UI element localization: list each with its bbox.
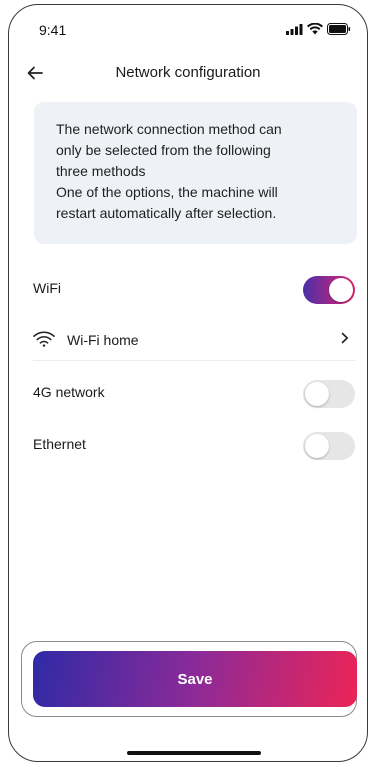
wifi-toggle[interactable]	[303, 276, 355, 304]
wifi-network-row[interactable]: Wi-Fi home	[33, 320, 355, 360]
home-indicator	[127, 751, 261, 755]
info-card: The network connection method can only b…	[34, 102, 357, 244]
wifi-toggle-row: WiFi	[33, 268, 355, 308]
header: Network configuration	[9, 55, 367, 91]
toggle-knob	[329, 278, 353, 302]
status-bar: 9:41	[9, 5, 367, 45]
signal-icon	[286, 23, 303, 35]
wifi-network-name: Wi-Fi home	[67, 332, 139, 348]
save-button[interactable]: Save	[33, 651, 357, 707]
cellular-toggle-row: 4G network	[33, 372, 355, 412]
ethernet-label: Ethernet	[33, 436, 86, 452]
wifi-label: WiFi	[33, 280, 61, 296]
status-icons	[286, 23, 351, 35]
info-line: One of the options, the machine will	[56, 184, 278, 200]
chevron-right-icon[interactable]	[341, 332, 349, 344]
info-line: three methods	[56, 163, 146, 179]
phone-frame: 9:41 Network configuration The network c…	[8, 4, 368, 762]
ethernet-toggle-row: Ethernet	[33, 424, 355, 464]
page-title: Network configuration	[115, 64, 261, 81]
info-line: The network connection method can	[56, 121, 282, 137]
divider	[33, 360, 355, 361]
wifi-icon	[307, 23, 323, 35]
cellular-label: 4G network	[33, 384, 105, 400]
wifi-icon	[33, 331, 55, 347]
info-line: only be selected from the following	[56, 142, 271, 158]
status-time: 9:41	[39, 22, 67, 38]
info-line: restart automatically after selection.	[56, 205, 277, 221]
cellular-toggle[interactable]	[303, 380, 355, 408]
toggle-knob	[305, 434, 329, 458]
ethernet-toggle[interactable]	[303, 432, 355, 460]
battery-icon	[327, 23, 351, 35]
toggle-knob	[305, 382, 329, 406]
